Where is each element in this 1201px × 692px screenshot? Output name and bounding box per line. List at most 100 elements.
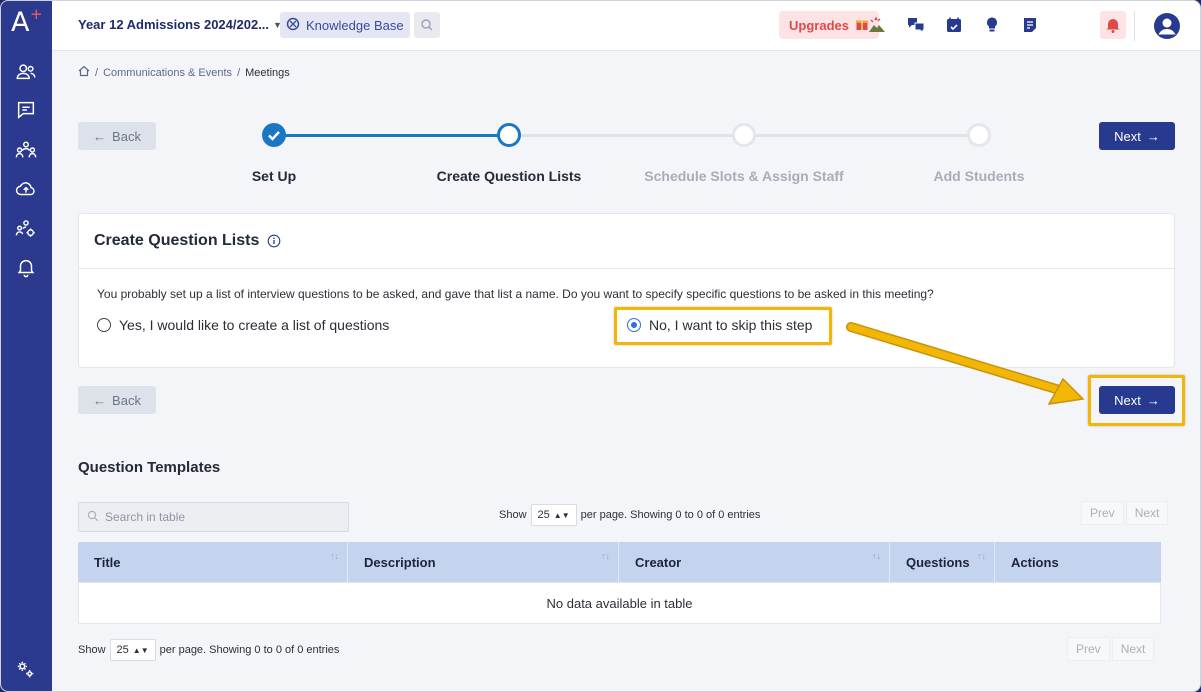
annotation-arrow-icon	[846, 322, 1085, 405]
page-size-control-top: Show 25 ▲▼ per page. Showing 0 to 0 of 0…	[499, 504, 760, 526]
sort-updown-icon: ▲▼	[553, 510, 570, 520]
bell-icon[interactable]	[14, 255, 38, 279]
step-line-complete	[274, 134, 509, 137]
arrow-right-icon: →	[1146, 392, 1160, 408]
upgrades-label: Upgrades	[789, 17, 849, 33]
column-title-label: Title	[94, 554, 121, 570]
breadcrumb-separator: /	[237, 66, 241, 79]
home-icon[interactable]	[78, 65, 90, 80]
sort-icon: ↑↓	[601, 551, 610, 561]
question-templates-title: Question Templates	[78, 459, 221, 476]
step-1-label: Set Up	[251, 168, 297, 184]
context-selector[interactable]: Year 12 Admissions 2024/202... ▼	[78, 17, 282, 32]
empty-table-message: No data available in table	[546, 595, 693, 611]
entries-info-bottom: per page. Showing 0 to 0 of 0 entries	[159, 644, 340, 656]
back-label: Back	[112, 128, 141, 144]
column-creator[interactable]: Creator ↑↓	[619, 542, 890, 582]
arrow-left-icon: ←	[93, 128, 107, 144]
breadcrumb: / Communications & Events / Meetings	[78, 65, 290, 80]
search-icon	[87, 510, 99, 525]
column-description-label: Description	[364, 554, 436, 570]
column-description[interactable]: Description ↑↓	[348, 542, 619, 582]
sort-icon: ↑↓	[872, 551, 881, 561]
highlight-skip-option	[614, 307, 832, 345]
sort-updown-icon: ▲▼	[132, 645, 149, 655]
column-actions-label: Actions	[1011, 554, 1059, 570]
app-window: A + Year 12 Admissions 2024/202... ▼ Kno…	[0, 0, 1201, 692]
pagination-bottom: Prev Next	[1067, 637, 1155, 661]
users-icon[interactable]	[14, 60, 38, 84]
calendar-icon[interactable]	[943, 13, 965, 37]
step-1-check-icon[interactable]	[262, 123, 286, 147]
sort-icon: ↑↓	[977, 551, 986, 561]
top-bar: Year 12 Admissions 2024/202... ▼ Knowled…	[52, 1, 1200, 51]
option-yes[interactable]: Yes, I would like to create a list of qu…	[97, 317, 389, 333]
radio-yes[interactable]	[97, 318, 111, 332]
knowledge-base-button[interactable]: Knowledge Base	[280, 12, 410, 38]
upgrades-button[interactable]: Upgrades	[779, 11, 879, 39]
sort-icon: ↑↓	[330, 551, 339, 561]
cloud-upload-icon[interactable]	[14, 177, 38, 201]
arrow-right-icon: →	[1146, 128, 1160, 144]
table-empty-row: No data available in table	[78, 582, 1161, 624]
volcano-icon[interactable]	[866, 13, 888, 37]
app-logo[interactable]: A +	[11, 5, 43, 38]
sidebar: A +	[1, 1, 52, 691]
page-size-control-bottom: Show 25 ▲▼ per page. Showing 0 to 0 of 0…	[78, 639, 339, 661]
knowledge-base-label: Knowledge Base	[306, 17, 404, 33]
page-size-value: 25	[537, 509, 550, 521]
page-size-select-bottom[interactable]: 25 ▲▼	[109, 639, 156, 661]
next-page-button-top[interactable]: Next	[1125, 501, 1169, 525]
show-label: Show	[499, 509, 527, 521]
search-placeholder: Search in table	[105, 510, 186, 524]
column-creator-label: Creator	[635, 554, 682, 570]
notes-icon[interactable]	[1019, 13, 1041, 37]
lightbulb-icon[interactable]	[981, 13, 1003, 37]
step-4-dot[interactable]	[967, 123, 991, 147]
breadcrumb-communications[interactable]: Communications & Events	[103, 67, 232, 79]
search-icon[interactable]	[414, 12, 440, 38]
info-icon[interactable]	[267, 234, 281, 248]
prev-button-top[interactable]: Prev	[1081, 501, 1124, 525]
column-questions[interactable]: Questions ↑↓	[890, 542, 995, 582]
step-3-dot[interactable]	[732, 123, 756, 147]
column-questions-label: Questions	[906, 554, 970, 570]
pagination-top: Prev Next	[1081, 501, 1169, 525]
step-4-label: Add Students	[933, 168, 1025, 184]
user-circle-icon[interactable]	[1153, 12, 1181, 40]
topbar-divider	[1134, 11, 1135, 41]
chat-bubbles-icon[interactable]	[905, 13, 927, 37]
settings-cogs-icon[interactable]	[14, 658, 38, 682]
step-3-label: Schedule Slots & Assign Staff	[644, 168, 844, 184]
show-label: Show	[78, 644, 106, 656]
column-title[interactable]: Title ↑↓	[78, 542, 348, 582]
breadcrumb-separator: /	[95, 66, 99, 79]
group-icon[interactable]	[14, 138, 38, 162]
question-prompt: You probably set up a list of interview …	[97, 287, 934, 301]
entries-info-top: per page. Showing 0 to 0 of 0 entries	[580, 509, 761, 521]
column-actions: Actions	[995, 542, 1161, 582]
breadcrumb-meetings: Meetings	[245, 66, 290, 79]
users-cog-icon[interactable]	[14, 217, 38, 241]
option-yes-label: Yes, I would like to create a list of qu…	[119, 317, 390, 333]
question-templates-table: Title ↑↓ Description ↑↓ Creator ↑↓ Quest…	[78, 542, 1161, 624]
page-size-value: 25	[116, 644, 129, 656]
message-icon[interactable]	[14, 98, 38, 122]
table-search-input[interactable]: Search in table	[78, 502, 349, 532]
back-button-bottom[interactable]: ← Back	[78, 386, 156, 414]
next-button-top[interactable]: Next →	[1099, 122, 1175, 150]
context-title: Year 12 Admissions 2024/202...	[78, 17, 270, 32]
knowledge-base-icon	[286, 17, 300, 34]
next-button-bottom[interactable]: Next →	[1099, 386, 1175, 414]
back-label: Back	[112, 392, 141, 408]
next-page-button-bottom[interactable]: Next	[1111, 637, 1155, 661]
page-size-select-top[interactable]: 25 ▲▼	[530, 504, 577, 526]
arrow-left-icon: ←	[93, 392, 107, 408]
table-header: Title ↑↓ Description ↑↓ Creator ↑↓ Quest…	[78, 542, 1161, 582]
prev-button-bottom[interactable]: Prev	[1067, 637, 1110, 661]
card-title: Create Question Lists	[94, 232, 260, 249]
step-2-label: Create Question Lists	[436, 168, 582, 184]
alert-bell-icon[interactable]	[1100, 11, 1126, 39]
step-2-current-dot[interactable]	[497, 123, 521, 147]
back-button-top[interactable]: ← Back	[78, 122, 156, 150]
